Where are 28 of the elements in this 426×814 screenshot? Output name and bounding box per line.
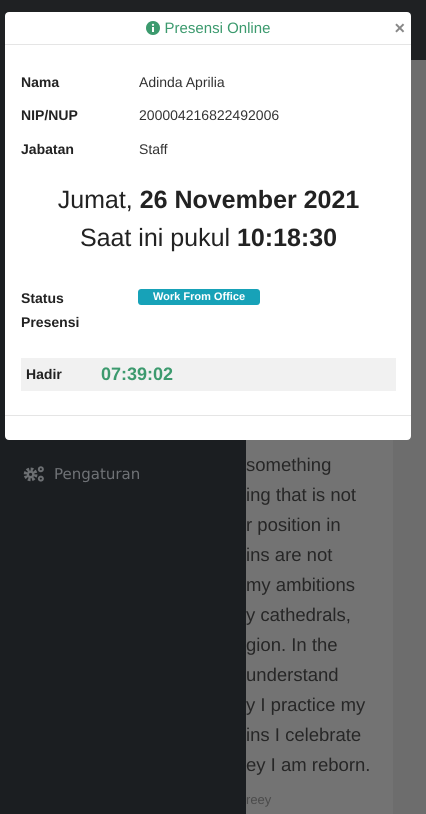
info-icon bbox=[146, 21, 160, 35]
quote-text: y cathedrals, bbox=[246, 603, 352, 627]
quote-text: ins I celebrate bbox=[246, 723, 362, 747]
clock-text: Saat ini pukul 10:18:30 bbox=[78, 222, 338, 254]
quote-text: ey I am reborn. bbox=[246, 753, 372, 777]
field-value: Staff bbox=[139, 140, 168, 157]
attendance-time: 07:39:02 bbox=[101, 364, 174, 384]
field-value: Adinda Aprilia bbox=[139, 74, 225, 90]
field-label: NIP/NUP bbox=[21, 107, 79, 124]
quote-text: y I practice my bbox=[246, 693, 366, 717]
gears-icon bbox=[22, 464, 46, 483]
field-label: Nama bbox=[21, 74, 60, 90]
attendance-label: Hadir bbox=[26, 366, 63, 382]
date-text: Jumat, 26 November 2021 bbox=[56, 184, 360, 216]
quote-text: gion. In the bbox=[246, 633, 339, 657]
status-badge: Work From Office bbox=[138, 288, 260, 304]
quote-text: r position in bbox=[246, 513, 342, 537]
field-label: Jabatan bbox=[21, 140, 75, 157]
sidebar-item[interactable]: Pengaturan bbox=[22, 464, 246, 483]
quote-text: something bbox=[246, 453, 332, 477]
quote-text: ins are not bbox=[246, 543, 334, 567]
close-button[interactable]: × bbox=[392, 18, 407, 38]
quote-text: ing that is not bbox=[246, 483, 358, 507]
modal-title: Presensi Online bbox=[164, 20, 270, 36]
field-value: 200004216822492006 bbox=[139, 107, 280, 124]
status-label: Status Presensi bbox=[21, 288, 80, 332]
quote-text: my ambitions bbox=[246, 573, 356, 597]
quote-text: understand bbox=[246, 663, 340, 687]
